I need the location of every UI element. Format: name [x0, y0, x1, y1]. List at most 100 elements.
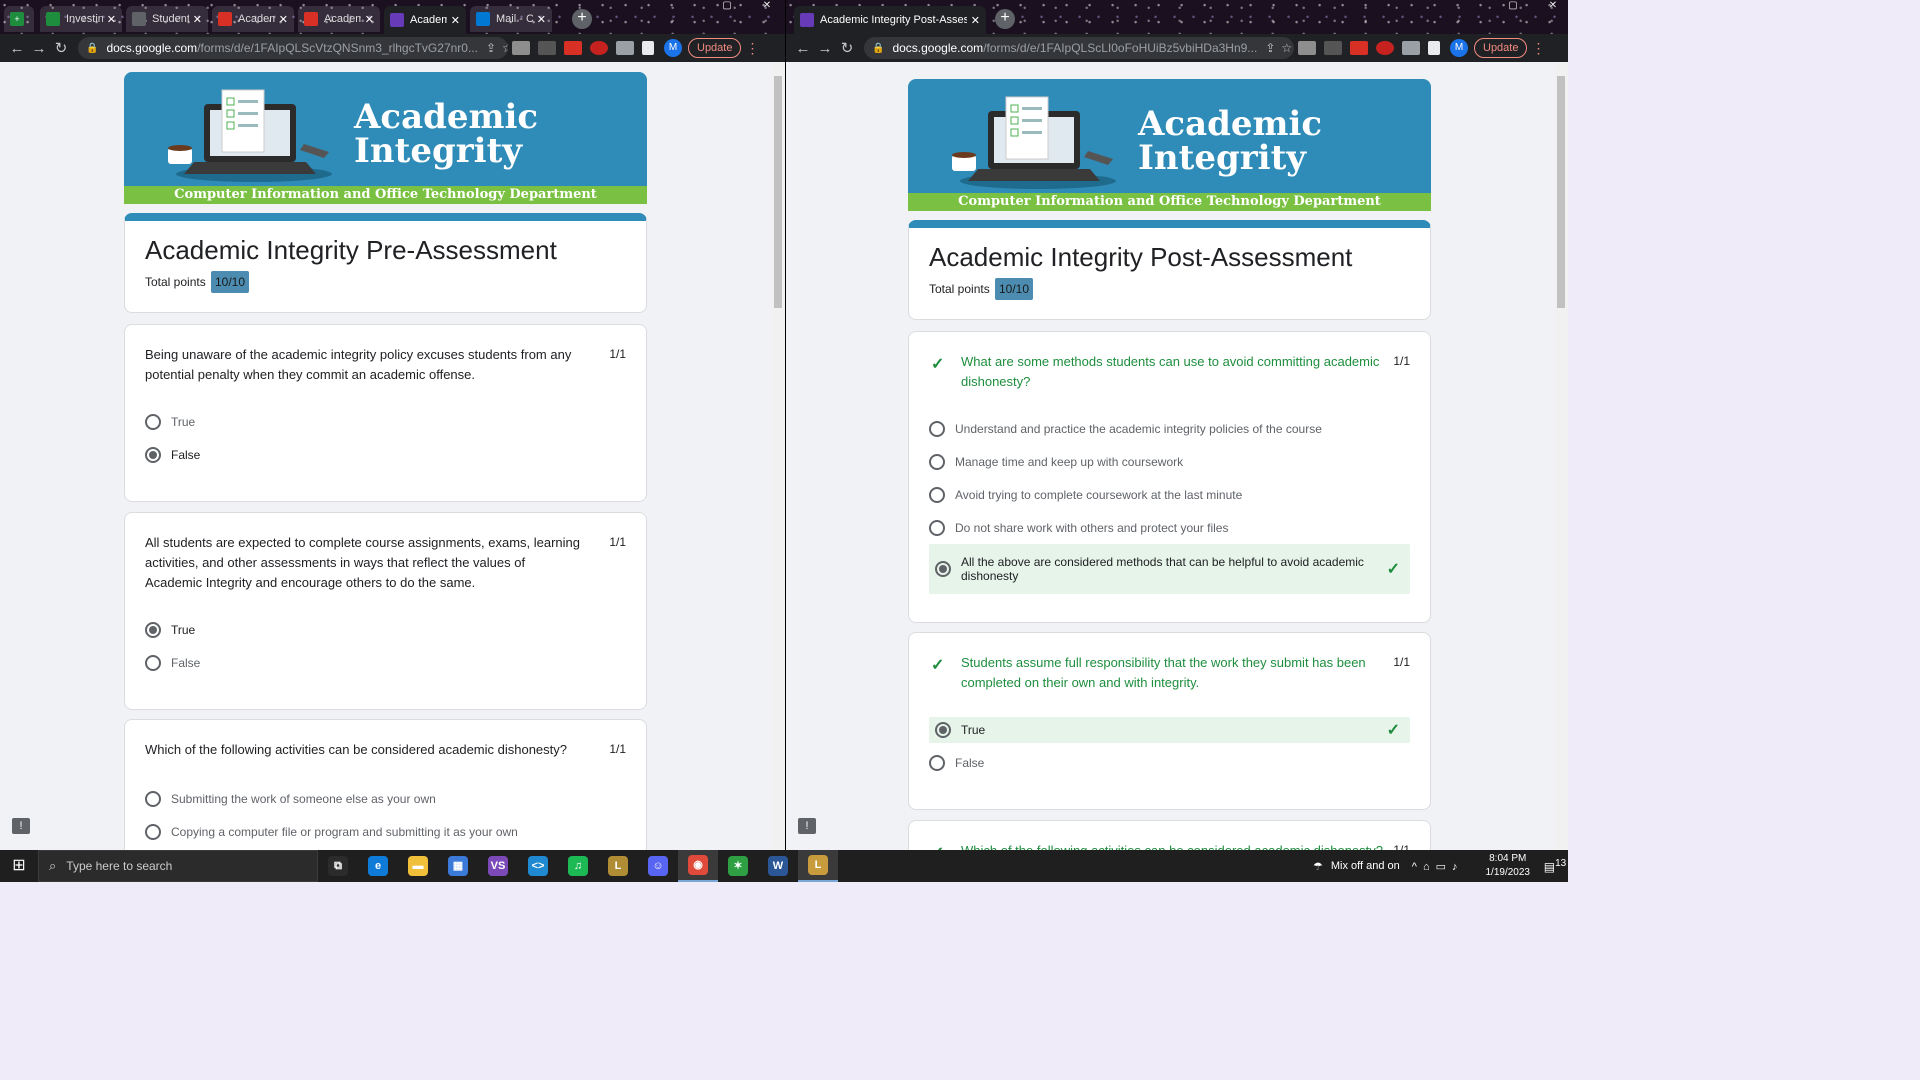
new-tab-button[interactable]: + [572, 9, 592, 29]
browser-tab[interactable]: Investing ✕ [40, 6, 122, 32]
edge-taskbar-button[interactable]: e [358, 850, 398, 882]
answer-option[interactable]: Manage time and keep up with coursework [929, 449, 1410, 475]
file-explorer-taskbar-button[interactable]: ▬ [398, 850, 438, 882]
close-tab-icon[interactable]: ✕ [451, 14, 460, 27]
word-taskbar-button[interactable]: W [758, 850, 798, 882]
profile-avatar[interactable]: M [1450, 39, 1468, 57]
app-green-taskbar-button[interactable]: ✶ [718, 850, 758, 882]
scroll-thumb[interactable] [774, 76, 782, 308]
radio-button[interactable] [929, 755, 945, 771]
store-taskbar-button[interactable]: ▦ [438, 850, 478, 882]
radio-button[interactable] [145, 622, 161, 638]
reload-icon[interactable]: ↻ [50, 39, 72, 57]
answer-option[interactable]: False [929, 750, 1410, 776]
radio-button[interactable] [929, 520, 945, 536]
profile-avatar[interactable]: M [664, 39, 682, 57]
qr-extension-icon[interactable] [1324, 41, 1342, 55]
record-extension-icon[interactable] [590, 41, 608, 55]
answer-option[interactable]: Avoid trying to complete coursework at t… [929, 482, 1410, 508]
answer-option[interactable]: False [145, 442, 626, 468]
answer-option[interactable]: Do not share work with others and protec… [929, 515, 1410, 541]
address-bar[interactable]: 🔒 docs.google.com /forms/d/e/1FAIpQLScLI… [864, 37, 1294, 59]
close-tab-icon[interactable]: ✕ [193, 13, 202, 26]
browser-tab[interactable]: Academ ✕ [298, 6, 380, 32]
lol-client-taskbar-button[interactable]: L [598, 850, 638, 882]
radio-button[interactable] [145, 447, 161, 463]
close-tab-icon[interactable]: ✕ [279, 13, 288, 26]
reload-icon[interactable]: ↻ [836, 39, 858, 57]
qr-extension-icon[interactable] [538, 41, 556, 55]
vscode-taskbar-button[interactable]: <> [518, 850, 558, 882]
answer-option[interactable]: All the above are considered methods tha… [929, 544, 1410, 594]
task-view-taskbar-button[interactable]: ⧉ [318, 850, 358, 882]
tray-icons[interactable]: ^⌂▭♪ [1412, 860, 1464, 873]
radio-button[interactable] [145, 824, 161, 840]
scrollbar[interactable] [771, 62, 785, 850]
answer-option[interactable]: Understand and practice the academic int… [929, 416, 1410, 442]
answer-option[interactable]: True ✓ [929, 717, 1410, 743]
chrome-taskbar-button[interactable]: ◉ [678, 850, 718, 882]
update-button[interactable]: Update [1474, 38, 1528, 58]
weather-text[interactable]: Mix off and on [1331, 860, 1400, 872]
close-tab-icon[interactable]: ✕ [537, 13, 546, 26]
notifications-icon[interactable]: ▤13 [1542, 858, 1568, 874]
share-star-icons[interactable]: ⇪☆ [1257, 41, 1294, 55]
close-tab-icon[interactable]: ✕ [107, 13, 116, 26]
menu-dots-icon[interactable]: ⋮ [1531, 40, 1545, 57]
radio-button[interactable] [145, 655, 161, 671]
close-window-icon[interactable]: ✕ [760, 0, 774, 12]
radio-button[interactable] [145, 791, 161, 807]
lol-taskbar-button[interactable]: L [798, 850, 838, 882]
report-feedback-icon[interactable]: ! [798, 818, 816, 834]
browser-tab[interactable]: Academic Integrity Post-Assessm ✕ [794, 6, 986, 34]
share-star-icons[interactable]: ⇪☆ [478, 41, 508, 55]
restore-window-icon[interactable]: ▢ [720, 0, 734, 12]
browser-tab[interactable]: Mail - C ✕ [470, 6, 552, 32]
close-tab-icon[interactable]: ✕ [365, 13, 374, 26]
address-bar[interactable]: 🔒 docs.google.com /forms/d/e/1FAIpQLScVt… [78, 37, 508, 59]
close-window-icon[interactable]: ✕ [1546, 0, 1560, 12]
report-feedback-icon[interactable]: ! [12, 818, 30, 834]
update-button[interactable]: Update [688, 38, 742, 58]
answer-option[interactable]: False [145, 650, 626, 676]
spotify-taskbar-button[interactable]: ♫ [558, 850, 598, 882]
answer-option[interactable]: True [145, 409, 626, 435]
forward-arrow-icon[interactable]: → [814, 40, 836, 57]
extension-icon[interactable] [1298, 41, 1316, 55]
answer-option[interactable]: True [145, 617, 626, 643]
radio-button[interactable] [935, 722, 951, 738]
restore-window-icon[interactable]: ▢ [1506, 0, 1520, 12]
browser-tab[interactable]: Students ✕ [126, 6, 208, 32]
answer-option[interactable]: Copying a computer file or program and s… [145, 819, 626, 845]
scrollbar[interactable] [1554, 62, 1568, 850]
forward-arrow-icon[interactable]: → [28, 40, 50, 57]
puzzle-icon[interactable] [616, 41, 634, 55]
radio-button[interactable] [929, 421, 945, 437]
menu-dots-icon[interactable]: ⋮ [745, 40, 759, 57]
sheets-tab[interactable]: + [4, 6, 34, 32]
radio-button[interactable] [935, 561, 951, 577]
back-arrow-icon[interactable]: ← [792, 40, 814, 57]
answer-option[interactable]: Submitting the work of someone else as y… [145, 786, 626, 812]
radio-button[interactable] [929, 454, 945, 470]
browser-tab[interactable]: Academ ✕ [384, 6, 466, 34]
sidepanel-icon[interactable] [1428, 41, 1440, 55]
discord-taskbar-button[interactable]: ☺ [638, 850, 678, 882]
back-arrow-icon[interactable]: ← [6, 40, 28, 57]
puzzle-icon[interactable] [1402, 41, 1420, 55]
radio-button[interactable] [145, 414, 161, 430]
tp-extension-icon[interactable] [564, 41, 582, 55]
sidepanel-icon[interactable] [642, 41, 654, 55]
extension-icon[interactable] [512, 41, 530, 55]
clock[interactable]: 8:04 PM 1/19/2023 [1486, 852, 1531, 880]
windows-start-icon[interactable]: ⊞ [0, 850, 38, 882]
scroll-thumb[interactable] [1557, 76, 1565, 308]
taskbar-search[interactable]: ⌕ Type here to search [38, 850, 318, 882]
new-tab-button[interactable]: + [995, 9, 1015, 29]
tp-extension-icon[interactable] [1350, 41, 1368, 55]
visual-studio-taskbar-button[interactable]: VS [478, 850, 518, 882]
radio-button[interactable] [929, 487, 945, 503]
close-tab-icon[interactable]: ✕ [971, 14, 980, 27]
record-extension-icon[interactable] [1376, 41, 1394, 55]
browser-tab[interactable]: Academ ✕ [212, 6, 294, 32]
